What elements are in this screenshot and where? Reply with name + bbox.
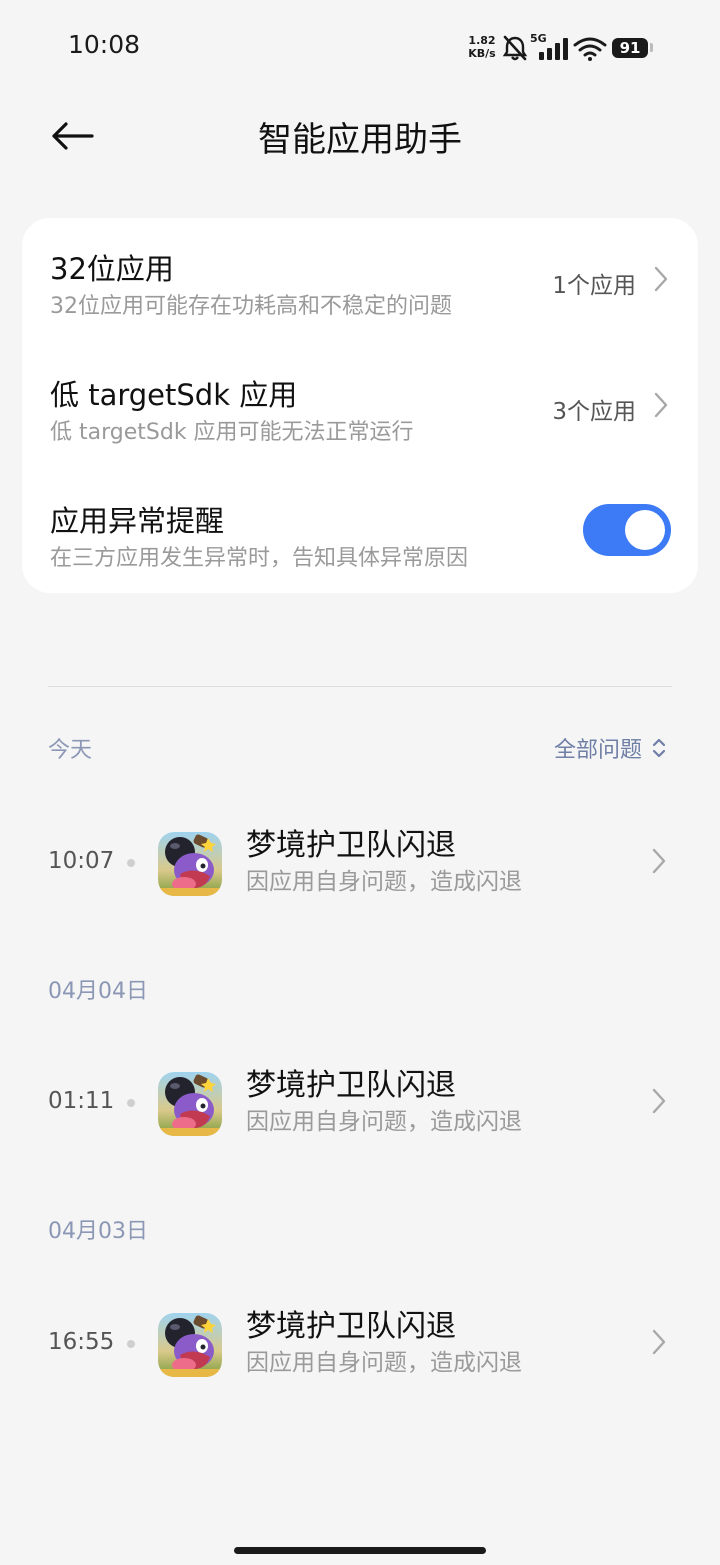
row-title: 应用异常提醒 xyxy=(50,504,225,538)
entry-time: 01:11 xyxy=(48,1088,115,1114)
chevron-right-icon xyxy=(652,1088,666,1114)
row-subtitle: 32位应用可能存在功耗高和不稳定的问题 xyxy=(50,294,452,319)
chevron-right-icon xyxy=(654,392,668,418)
entry-title: 梦境护卫队闪退 xyxy=(246,1068,456,1103)
toggle-knob xyxy=(625,510,665,550)
back-button[interactable] xyxy=(44,112,100,160)
sort-chevrons-icon xyxy=(652,738,666,758)
entry-reason: 因应用自身问题，造成闪退 xyxy=(246,1350,522,1376)
settings-card: 32位应用 32位应用可能存在功耗高和不稳定的问题 1个应用 低 targetS… xyxy=(22,218,698,593)
chevron-right-icon xyxy=(652,848,666,874)
entry-reason: 因应用自身问题，造成闪退 xyxy=(246,1109,522,1135)
crash-log-entry[interactable]: 10:07 梦境护卫队闪退 因应用自身问题，造成闪退 xyxy=(0,810,720,920)
crash-log-entry[interactable]: 01:11 梦境护卫队闪退 因应用自身问题，造成闪退 xyxy=(0,1050,720,1160)
entry-time: 16:55 xyxy=(48,1329,115,1355)
row-value: 3个应用 xyxy=(552,399,636,425)
wifi-icon xyxy=(573,37,607,61)
issue-filter-dropdown[interactable]: 全部问题 xyxy=(554,732,666,764)
row-subtitle: 在三方应用发生异常时，告知具体异常原因 xyxy=(50,546,469,571)
status-bar-time: 10:08 xyxy=(68,30,141,59)
battery-level: 91 xyxy=(612,38,648,58)
row-title: 32位应用 xyxy=(50,252,174,286)
cellular-signal-icon xyxy=(539,38,568,60)
row-32bit-apps[interactable]: 32位应用 32位应用可能存在功耗高和不稳定的问题 1个应用 xyxy=(22,218,698,338)
entry-time: 10:07 xyxy=(48,848,115,874)
row-value: 1个应用 xyxy=(552,273,636,299)
entry-title: 梦境护卫队闪退 xyxy=(246,828,456,863)
network-speed-value: 1.82 xyxy=(468,34,496,47)
row-app-exception-alert: 应用异常提醒 在三方应用发生异常时，告知具体异常原因 xyxy=(22,470,698,590)
network-speed: 1.82 KB/s xyxy=(466,34,498,60)
row-subtitle: 低 targetSdk 应用可能无法正常运行 xyxy=(50,420,414,445)
chevron-right-icon xyxy=(654,266,668,292)
exception-alert-toggle[interactable] xyxy=(583,504,671,556)
battery-tip xyxy=(650,43,653,52)
entry-reason: 因应用自身问题，造成闪退 xyxy=(246,869,522,895)
section-divider xyxy=(48,686,672,687)
timeline-dot xyxy=(127,1099,135,1107)
page-title: 智能应用助手 xyxy=(258,120,462,160)
row-title: 低 targetSdk 应用 xyxy=(50,378,298,412)
entry-title: 梦境护卫队闪退 xyxy=(246,1309,456,1344)
crash-log-entry[interactable]: 16:55 梦境护卫队闪退 因应用自身问题，造成闪退 xyxy=(0,1291,720,1401)
dream-guardians-app-icon xyxy=(158,832,222,896)
filter-label: 全部问题 xyxy=(553,738,642,763)
timeline-dot xyxy=(127,1340,135,1348)
row-low-targetsdk-apps[interactable]: 低 targetSdk 应用 低 targetSdk 应用可能无法正常运行 3个… xyxy=(22,344,698,464)
home-indicator[interactable] xyxy=(234,1547,486,1554)
dream-guardians-app-icon xyxy=(158,1313,222,1377)
date-group-label: 今天 xyxy=(48,738,93,763)
bell-off-icon xyxy=(502,35,528,61)
date-group-label: 04月03日 xyxy=(48,1219,148,1244)
network-speed-unit: KB/s xyxy=(468,47,496,60)
arrow-left-icon xyxy=(52,122,94,150)
chevron-right-icon xyxy=(652,1329,666,1355)
date-group-label: 04月04日 xyxy=(48,979,148,1004)
timeline-dot xyxy=(127,859,135,867)
dream-guardians-app-icon xyxy=(158,1072,222,1136)
